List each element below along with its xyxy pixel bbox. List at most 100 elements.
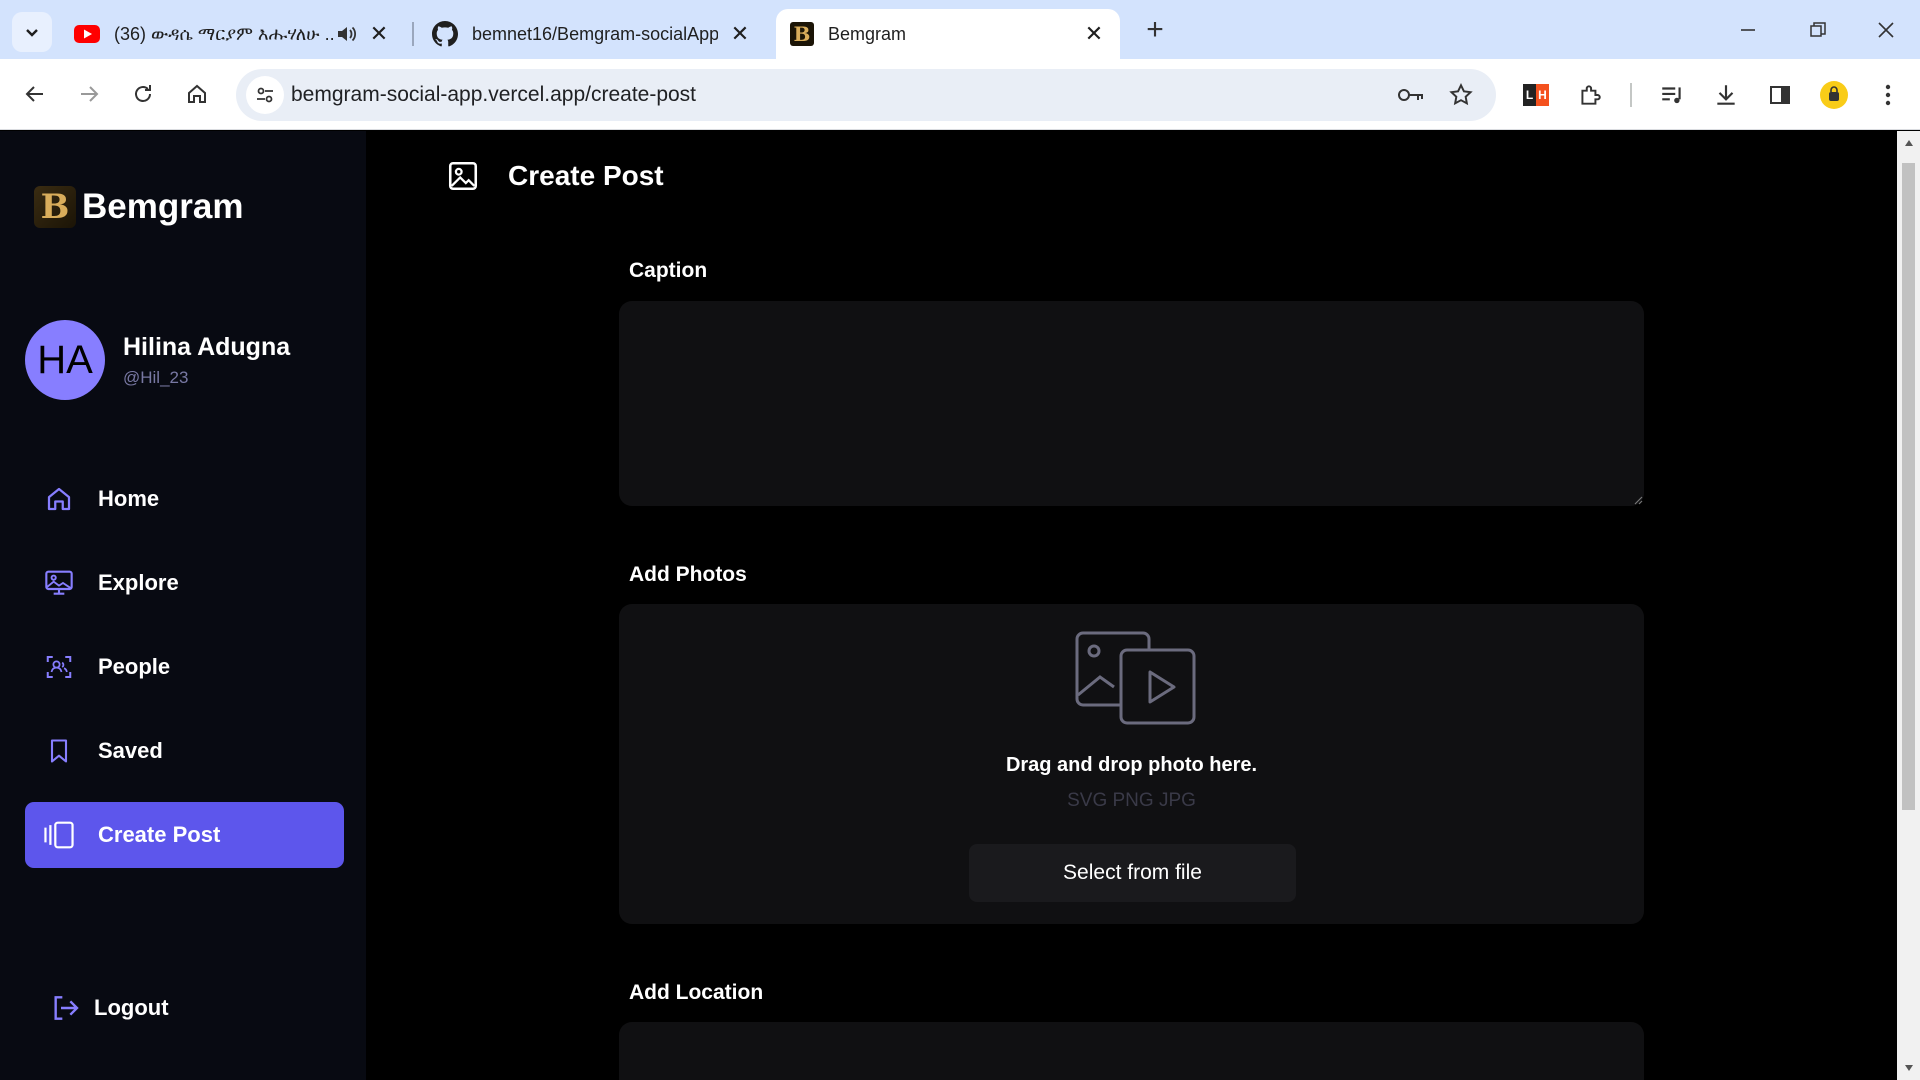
create-post-icon — [42, 818, 76, 852]
password-key-button[interactable] — [1397, 81, 1425, 109]
sidebar-item-label: People — [98, 654, 171, 679]
location-input[interactable] — [619, 1022, 1644, 1080]
left-sidebar: B Bemgram HA Hilina Adugna @Hil_23 Home … — [0, 131, 366, 1080]
browser-menu-button[interactable] — [1870, 77, 1906, 113]
tab-close-button[interactable]: ✕ — [367, 21, 391, 47]
lighthouse-icon: LH — [1523, 84, 1549, 106]
profile-name: Hilina Adugna — [123, 332, 291, 361]
home-button[interactable] — [178, 75, 216, 113]
browser-toolbar: bemgram-social-app.vercel.app/create-pos… — [0, 59, 1920, 130]
sidebar-nav: Home Explore People Saved Create Post — [25, 466, 344, 886]
scroll-up-arrow[interactable] — [1902, 137, 1915, 149]
key-icon — [1398, 89, 1423, 101]
sidebar-item-label: Create Post — [98, 822, 221, 847]
sidebar-item-explore[interactable]: Explore — [25, 550, 344, 616]
brand-logo-link[interactable]: B Bemgram — [34, 186, 243, 228]
home-icon — [42, 482, 76, 516]
logout-button[interactable]: Logout — [48, 991, 169, 1025]
tab-title: Bemgram — [828, 23, 907, 44]
brand-name: Bemgram — [82, 187, 244, 226]
arrow-left-icon — [25, 86, 43, 102]
bemgram-icon: B — [790, 22, 814, 46]
main-content: Create Post Caption Add Photos Drag and … — [366, 131, 1897, 1080]
sidebar-item-saved[interactable]: Saved — [25, 718, 344, 784]
site-info-button[interactable] — [246, 76, 284, 114]
home-icon — [188, 84, 206, 103]
add-location-label: Add Location — [629, 981, 764, 1004]
close-icon — [1878, 22, 1894, 38]
caption-textarea[interactable] — [619, 301, 1644, 506]
caption-label: Caption — [629, 259, 708, 282]
lighthouse-extension-button[interactable]: LH — [1518, 77, 1554, 113]
url-text: bemgram-social-app.vercel.app/create-pos… — [291, 83, 697, 106]
sidebar-item-people[interactable]: People — [25, 634, 344, 700]
youtube-icon — [74, 25, 100, 43]
page-scrollbar[interactable] — [1897, 131, 1920, 1080]
page-title: Create Post — [508, 160, 664, 191]
file-upload-icon — [1075, 631, 1196, 725]
reload-icon — [135, 85, 151, 102]
new-tab-button[interactable]: + — [1138, 14, 1172, 48]
scroll-down-arrow[interactable] — [1902, 1062, 1915, 1074]
downloads-button[interactable] — [1708, 77, 1744, 113]
logout-icon — [48, 991, 82, 1025]
profile-link[interactable]: HA Hilina Adugna @Hil_23 — [25, 320, 290, 400]
minimize-button[interactable] — [1724, 10, 1772, 50]
tab-close-button[interactable]: ✕ — [1082, 21, 1106, 47]
chevron-down-icon — [26, 29, 38, 37]
people-icon — [42, 650, 76, 684]
bookmark-icon — [42, 734, 76, 768]
explore-icon — [42, 566, 76, 600]
star-icon — [1449, 83, 1473, 106]
photo-dropzone[interactable]: Drag and drop photo here. SVG PNG JPG Se… — [619, 604, 1644, 924]
tab-separator — [412, 22, 414, 46]
sidebar-item-create-post[interactable]: Create Post — [25, 802, 344, 868]
side-panel-button[interactable] — [1762, 77, 1798, 113]
arrow-right-icon — [81, 86, 99, 102]
bemgram-logo-icon: B — [34, 186, 76, 228]
profile-handle: @Hil_23 — [123, 367, 189, 387]
minimize-icon — [1741, 29, 1755, 31]
browser-tab-strip: (36) ውዳሴ ማርያም እሑሃለሁ .. ✕ bemnet16/Bemgra… — [0, 0, 1920, 59]
dropzone-file-types: SVG PNG JPG — [1067, 790, 1196, 811]
tab-search-button[interactable] — [12, 12, 52, 52]
page-header: Create Post — [446, 159, 664, 193]
forward-button[interactable] — [70, 75, 108, 113]
sidebar-item-label: Home — [98, 486, 160, 511]
resize-handle-icon[interactable] — [1633, 495, 1643, 505]
kebab-menu-icon — [1885, 84, 1891, 106]
browser-tab-youtube[interactable]: (36) ውዳሴ ማርያም እሑሃለሁ .. ✕ — [60, 9, 405, 59]
toolbar-separator — [1630, 83, 1632, 107]
logout-label: Logout — [94, 995, 169, 1020]
github-icon — [432, 21, 458, 47]
image-icon — [448, 161, 478, 191]
address-bar[interactable]: bemgram-social-app.vercel.app/create-pos… — [236, 69, 1496, 121]
side-panel-icon — [1770, 86, 1790, 104]
reload-button[interactable] — [124, 75, 162, 113]
download-icon — [1717, 85, 1735, 105]
browser-tab-github[interactable]: bemnet16/Bemgram-socialApp ✕ — [418, 9, 766, 59]
extensions-button[interactable] — [1572, 77, 1608, 113]
speaker-icon[interactable] — [335, 23, 357, 45]
sidebar-item-label: Explore — [98, 570, 179, 595]
web-page: B Bemgram HA Hilina Adugna @Hil_23 Home … — [0, 131, 1897, 1080]
scrollbar-thumb[interactable] — [1902, 163, 1915, 810]
bookmark-star-button[interactable] — [1447, 81, 1475, 109]
back-button[interactable] — [16, 75, 54, 113]
media-control-button[interactable] — [1654, 77, 1690, 113]
add-photos-label: Add Photos — [629, 563, 747, 586]
restore-button[interactable] — [1794, 10, 1842, 50]
tab-close-button[interactable]: ✕ — [728, 21, 752, 47]
profile-button[interactable] — [1816, 77, 1852, 113]
avatar: HA — [25, 320, 105, 400]
select-from-file-button[interactable]: Select from file — [969, 844, 1296, 902]
puzzle-icon — [1581, 85, 1601, 105]
sidebar-item-home[interactable]: Home — [25, 466, 344, 532]
restore-icon — [1810, 22, 1826, 37]
tab-title: bemnet16/Bemgram-socialApp — [472, 23, 718, 44]
close-window-button[interactable] — [1862, 10, 1910, 50]
profile-avatar-icon — [1820, 81, 1848, 109]
browser-tab-bemgram-active[interactable]: B Bemgram ✕ — [776, 9, 1120, 59]
playlist-music-icon — [1662, 87, 1681, 104]
tab-title: (36) ውዳሴ ማርያም እሑሃለሁ .. — [114, 23, 335, 44]
